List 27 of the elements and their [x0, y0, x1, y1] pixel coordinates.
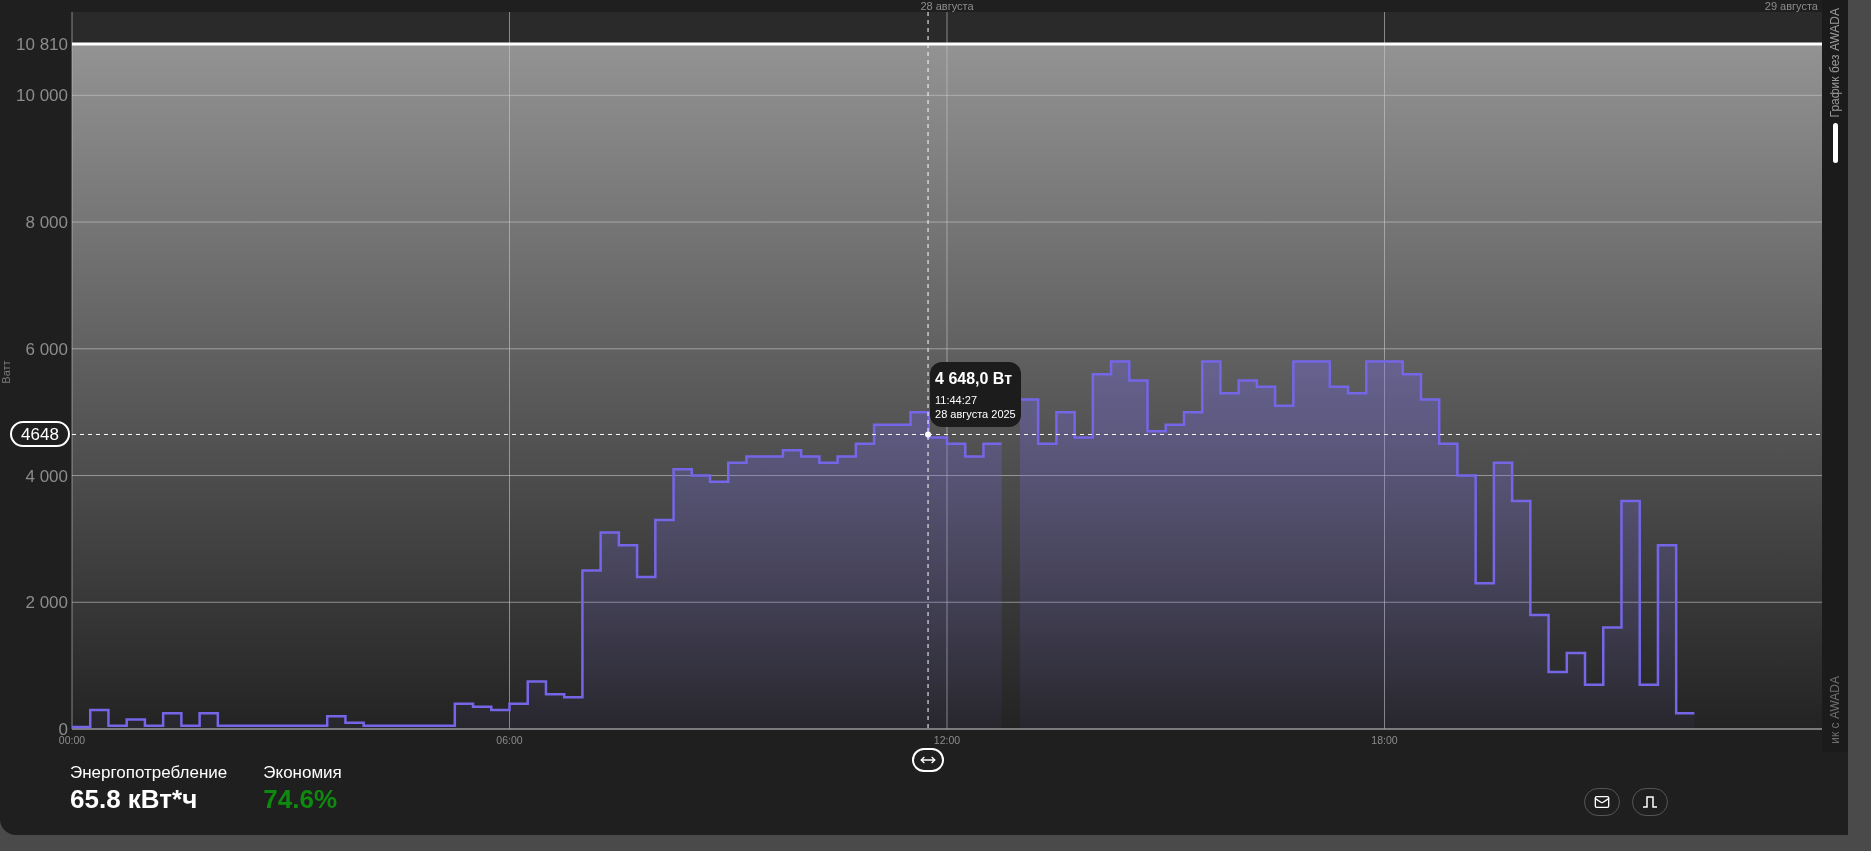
stat-value: 65.8 кВт*ч [70, 784, 199, 814]
y-axis-label: 6 000 [25, 339, 68, 359]
mode-option[interactable]: График без AWADA [1826, 8, 1844, 118]
mode-option[interactable]: ик с AWADA [1826, 676, 1844, 744]
y-axis-label: 10 000 [16, 86, 68, 106]
date-label: 28 августа [920, 0, 974, 12]
y-axis-label: 10 810 [16, 35, 68, 54]
y-axis-title: Ватт [0, 360, 12, 384]
x-axis-label: 00:00 [58, 734, 86, 746]
stat-label: Энергопотребление [70, 762, 228, 784]
x-axis-label: 18:00 [1371, 734, 1398, 746]
y-axis-label: 8 000 [25, 213, 68, 233]
x-axis-label: 12:00 [933, 734, 961, 746]
switch-thumb[interactable] [1832, 123, 1838, 164]
tooltip-date: 28 августа 2025 [935, 407, 1016, 422]
y-axis-label: 4 000 [25, 466, 68, 486]
mail-icon [1594, 794, 1610, 810]
value-marker: 4648 [10, 421, 70, 448]
stat-value: 74.6% [263, 784, 338, 814]
date-label: 29 августа [1764, 0, 1818, 12]
tooltip-value: 4 648,0 Вт [935, 369, 1014, 390]
tooltip-time: 11:44:27 [935, 393, 979, 408]
stat-label: Экономия [263, 762, 342, 784]
x-axis-label: 06:00 [496, 734, 523, 746]
y-axis-label: 2 000 [25, 593, 68, 613]
square-wave-icon [1642, 795, 1658, 809]
drag-handle[interactable] [912, 748, 945, 772]
